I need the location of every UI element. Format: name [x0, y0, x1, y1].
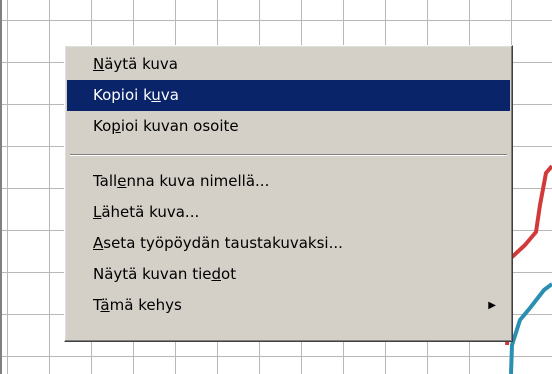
menu-separator — [70, 154, 507, 156]
menu-item-label: Tallenna kuva nimellä... — [93, 172, 270, 190]
menu-item-send-image[interactable]: Lähetä kuva... — [67, 197, 510, 228]
menu-item-label: Tämä kehys — [93, 296, 182, 314]
menu-item-set-as-wallpaper[interactable]: Aseta työpöydän taustakuvaksi... — [67, 228, 510, 259]
teal-plot-line — [509, 282, 552, 374]
context-menu: Näytä kuva Kopioi kuva Kopioi kuvan osoi… — [64, 45, 513, 342]
menu-item-show-image[interactable]: Näytä kuva — [67, 49, 510, 80]
menu-item-this-frame[interactable]: Tämä kehys ▶ — [67, 290, 510, 321]
chart-background: Näytä kuva Kopioi kuva Kopioi kuvan osoi… — [0, 0, 552, 374]
menu-item-label: Näytä kuvan tiedot — [93, 265, 237, 283]
menu-item-copy-image-address[interactable]: Kopioi kuvan osoite — [67, 111, 510, 142]
access-key: p — [111, 117, 121, 135]
red-plot-line — [505, 164, 552, 346]
menu-item-copy-image[interactable]: Kopioi kuva — [67, 80, 510, 111]
access-key: e — [117, 172, 127, 190]
access-key: L — [93, 203, 102, 221]
access-key: N — [93, 55, 105, 73]
submenu-arrow-icon: ▶ — [488, 300, 496, 311]
menu-item-label: Aseta työpöydän taustakuvaksi... — [93, 234, 343, 252]
access-key: A — [93, 234, 104, 252]
menu-item-label: Kopioi kuvan osoite — [93, 117, 239, 135]
menu-item-image-properties[interactable]: Näytä kuvan tiedot — [67, 259, 510, 290]
menu-item-label: Kopioi kuva — [93, 86, 179, 104]
menu-item-label: Näytä kuva — [93, 55, 178, 73]
menu-item-label: Lähetä kuva... — [93, 203, 200, 221]
access-key: ä — [100, 296, 110, 314]
access-key: d — [211, 265, 222, 283]
access-key: u — [151, 86, 161, 104]
menu-item-save-image-as[interactable]: Tallenna kuva nimellä... — [67, 166, 510, 197]
